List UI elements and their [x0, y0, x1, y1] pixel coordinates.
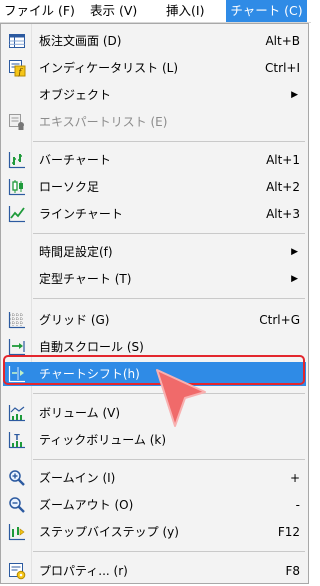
annotation-highlight-box: [3, 355, 305, 385]
menu-item-label: バーチャート: [39, 153, 111, 167]
menu-separator: [33, 233, 305, 234]
menu-item-objects[interactable]: オブジェクト ▶: [3, 83, 306, 107]
shortcut-label: -: [295, 498, 300, 512]
shortcut-label: Ctrl+G: [259, 313, 300, 327]
submenu-arrow-icon: ▶: [291, 90, 298, 100]
indicator-list-icon: f: [9, 60, 26, 77]
menu-item-order-book[interactable]: 板注文画面 (D) Alt+B: [3, 29, 306, 53]
grid-icon: [8, 312, 25, 329]
zoom-out-icon: [9, 497, 25, 513]
step-by-step-icon: [8, 524, 25, 541]
menu-item-step-by-step[interactable]: ステップバイステップ (y) F12: [3, 520, 306, 544]
menu-item-label: ズームイン (I): [39, 471, 116, 485]
menu-item-indicator-list[interactable]: f インディケータリスト (L) Ctrl+I: [3, 56, 306, 80]
shortcut-label: Alt+1: [266, 153, 300, 167]
menu-item-grid[interactable]: グリッド (G) Ctrl+G: [3, 308, 306, 332]
menu-separator: [33, 298, 305, 299]
menu-separator: [33, 459, 305, 460]
shortcut-label: F12: [277, 525, 300, 539]
menu-item-label: 時間足設定(f): [39, 245, 113, 259]
menu-chart[interactable]: チャート (C): [226, 0, 307, 22]
shortcut-label: F8: [285, 564, 300, 578]
menu-item-label: プロパティ... (r): [39, 564, 128, 578]
menu-item-label: インディケータリスト (L): [39, 61, 179, 75]
menu-item-label: ズームアウト (O): [39, 498, 134, 512]
shortcut-label: Alt+3: [266, 207, 300, 221]
candlestick-icon: [8, 179, 25, 196]
menu-item-zoom-out[interactable]: ズームアウト (O) -: [3, 493, 306, 517]
annotation-arrow-icon: [156, 369, 206, 427]
shortcut-label: Alt+2: [266, 180, 300, 194]
menu-item-label: 板注文画面 (D): [39, 34, 122, 48]
menu-item-candlestick[interactable]: ローソク足 Alt+2: [3, 175, 306, 199]
menu-item-zoom-in[interactable]: ズームイン (I) +: [3, 466, 306, 490]
menu-item-label: ティックボリューム (k): [39, 433, 167, 447]
properties-icon: [9, 563, 26, 580]
menu-separator: [33, 141, 305, 142]
chart-dropdown-menu: 板注文画面 (D) Alt+B f インディケータリスト (L) Ctrl+I …: [0, 23, 309, 584]
menu-item-expert-list[interactable]: エキスパートリスト (E): [3, 110, 306, 134]
menu-item-label: ステップバイステップ (y): [39, 525, 179, 539]
zoom-in-icon: [9, 470, 25, 486]
shortcut-label: Alt+B: [265, 34, 300, 48]
submenu-arrow-icon: ▶: [291, 274, 298, 284]
auto-scroll-icon: [8, 339, 25, 356]
expert-list-icon: [9, 114, 24, 130]
line-chart-icon: [8, 206, 25, 223]
svg-text:T: T: [14, 433, 20, 442]
menu-separator: [33, 551, 305, 552]
order-book-icon: [9, 34, 25, 48]
menu-item-properties[interactable]: プロパティ... (r) F8: [3, 559, 306, 583]
menu-file[interactable]: ファイル (F): [4, 0, 75, 22]
volume-icon: [8, 405, 25, 422]
menu-item-label: ボリューム (V): [39, 406, 121, 420]
menu-item-label: オブジェクト: [39, 88, 112, 102]
menu-insert[interactable]: 挿入(I): [166, 0, 218, 22]
bar-chart-icon: [8, 152, 25, 169]
menu-item-label: エキスパートリスト (E): [39, 115, 168, 129]
submenu-arrow-icon: ▶: [291, 247, 298, 257]
tick-volume-icon: T: [8, 432, 25, 449]
menu-bar: ファイル (F) 表示 (V) 挿入(I) チャート (C): [0, 0, 311, 23]
menu-item-timeframes[interactable]: 時間足設定(f) ▶: [3, 240, 306, 264]
menu-item-label: 定型チャート (T): [39, 272, 132, 286]
shortcut-label: Ctrl+I: [265, 61, 300, 75]
menu-view[interactable]: 表示 (V): [90, 0, 150, 22]
menu-item-label: ラインチャート: [39, 207, 123, 221]
menu-item-bar-chart[interactable]: バーチャート Alt+1: [3, 148, 306, 172]
menu-item-templates[interactable]: 定型チャート (T) ▶: [3, 267, 306, 291]
menu-item-label: グリッド (G): [39, 313, 110, 327]
menu-item-label: ローソク足: [39, 180, 100, 194]
shortcut-label: +: [289, 471, 300, 485]
menu-item-line-chart[interactable]: ラインチャート Alt+3: [3, 202, 306, 226]
